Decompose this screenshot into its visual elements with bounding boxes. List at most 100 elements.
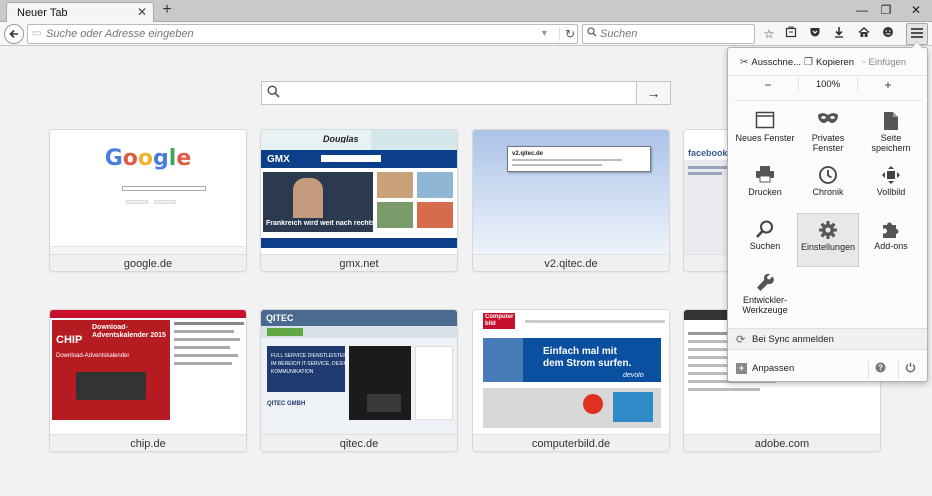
adobe-text-line xyxy=(688,388,760,391)
tile-gmx[interactable]: Douglas GMX Frankreich wird weit nach re… xyxy=(260,129,458,272)
wrench-icon xyxy=(734,273,796,293)
new-window-button[interactable]: Neues Fenster xyxy=(734,105,796,159)
zoom-in-button[interactable]: + xyxy=(868,77,908,93)
tab-new-tab[interactable]: Neuer Tab ✕ xyxy=(6,2,154,22)
close-window-button[interactable]: ✕ xyxy=(902,0,930,20)
restore-button[interactable]: ❐ xyxy=(872,0,900,20)
svg-text:?: ? xyxy=(878,363,883,372)
url-input[interactable] xyxy=(46,27,536,41)
menu-item-label: Vollbild xyxy=(876,187,906,197)
search-bar[interactable] xyxy=(582,24,755,44)
dialog-line xyxy=(512,164,602,166)
cb-ad-headline-1: Einfach mal mit xyxy=(543,346,617,357)
copy-button[interactable]: ❐ Kopieren xyxy=(804,54,854,72)
qitec-teaser-line3: KOMMUNIKATION xyxy=(271,369,314,375)
search-go-button[interactable]: → xyxy=(637,81,671,105)
url-bar[interactable]: ▭ ▼ ↻ xyxy=(27,24,578,44)
tile-label: adobe.com xyxy=(684,434,880,451)
bookmark-star-icon[interactable]: ☆ xyxy=(760,25,778,43)
cb-ad-brand: devolo xyxy=(623,372,644,379)
tile-thumbnail: Douglas GMX Frankreich wird weit nach re… xyxy=(261,130,457,254)
tile-qitec[interactable]: QITEC FULL SERVICE DIENSTLEISTER IM BERE… xyxy=(260,309,458,452)
power-icon[interactable] xyxy=(898,361,922,379)
printer-icon xyxy=(734,165,796,185)
hello-chat-icon[interactable] xyxy=(879,25,897,43)
cb-header: Computer bild xyxy=(473,310,669,332)
cb-badge xyxy=(583,394,603,414)
bookmarks-list-icon[interactable] xyxy=(782,25,800,43)
login-dialog: v2.qitec.de xyxy=(507,146,651,172)
tile-v2-qitec[interactable]: v2.qitec.de v2.qitec.de xyxy=(472,129,670,272)
customize-button[interactable]: + Anpassen xyxy=(728,357,868,381)
panel-arrow-inner xyxy=(912,42,922,48)
gmx-header: GMX xyxy=(261,150,457,168)
tile-thumbnail: v2.qitec.de xyxy=(473,130,669,254)
print-button[interactable]: Drucken xyxy=(734,159,796,213)
zoom-out-button[interactable]: − xyxy=(748,77,788,93)
chip-text-line xyxy=(174,322,244,325)
copy-label: Kopieren xyxy=(815,57,854,68)
page-search-box[interactable] xyxy=(261,81,637,105)
pocket-icon[interactable] xyxy=(806,25,824,43)
tab-close-icon[interactable]: ✕ xyxy=(137,5,147,19)
paste-button[interactable]: ▫ Einfügen xyxy=(862,54,906,72)
arrow-left-icon xyxy=(9,29,18,39)
cb-ad-graphic xyxy=(483,338,523,382)
download-icon[interactable] xyxy=(830,25,848,43)
menu-item-label: Einstellungen xyxy=(800,242,856,252)
ad-brand: Douglas xyxy=(323,135,359,143)
page-save-icon xyxy=(860,111,922,131)
clock-icon xyxy=(797,165,859,185)
developer-tools-button[interactable]: Entwickler-Werkzeuge xyxy=(734,267,796,321)
chip-text-line xyxy=(174,330,234,333)
news-caption: Frankreich wird weit nach rechts xyxy=(266,220,375,227)
chevron-down-icon[interactable]: ▼ xyxy=(540,28,549,38)
copy-icon: ❐ xyxy=(804,57,813,68)
menu-item-label: Neues Fenster xyxy=(735,133,795,143)
news-thumb xyxy=(377,172,413,198)
clipboard-icon: ▫ xyxy=(862,57,866,68)
back-button[interactable] xyxy=(4,24,24,44)
save-page-button[interactable]: Seite speichern xyxy=(860,105,922,159)
menu-item-label: Privates Fenster xyxy=(811,133,845,153)
find-button[interactable]: Suchen xyxy=(734,213,796,267)
chip-text-line xyxy=(174,338,240,341)
cb-image-detail xyxy=(613,392,653,422)
news-image: Frankreich wird weit nach rechts xyxy=(263,172,375,232)
search-input[interactable] xyxy=(600,27,750,41)
ad-banner: Douglas xyxy=(261,130,457,150)
qitec-company: QITEC GMBH xyxy=(267,401,306,407)
customize-label: Anpassen xyxy=(752,363,795,374)
cut-label: Ausschne... xyxy=(751,57,802,68)
search-icon xyxy=(587,27,597,40)
zoom-reset-button[interactable]: 100% xyxy=(798,77,858,93)
history-button[interactable]: Chronik xyxy=(797,159,859,213)
fullscreen-button[interactable]: Vollbild xyxy=(860,159,922,213)
new-tab-button[interactable]: + xyxy=(158,1,176,19)
cb-nav xyxy=(525,320,665,323)
sync-signin-button[interactable]: ⟳ Bei Sync anmelden xyxy=(728,328,927,350)
page-search-input[interactable] xyxy=(288,86,628,100)
reload-icon[interactable]: ↻ xyxy=(559,27,575,41)
menu-item-label: Add-ons xyxy=(874,241,908,251)
nav-bar: ▭ ▼ ↻ ☆ xyxy=(0,22,932,46)
qitec-nav-active xyxy=(267,328,303,336)
options-button[interactable]: Einstellungen xyxy=(797,213,859,267)
chip-ad-title: Download-Adventskalender 2015 xyxy=(92,324,166,339)
search-icon xyxy=(267,85,280,101)
home-icon[interactable] xyxy=(855,25,873,43)
help-icon[interactable]: ? xyxy=(868,361,892,379)
private-window-button[interactable]: Privates Fenster xyxy=(797,105,859,159)
thumb-search-box xyxy=(122,186,206,191)
cut-button[interactable]: ✂ Ausschne... xyxy=(740,54,801,72)
gear-icon xyxy=(798,220,858,240)
tile-google[interactable]: Google google.de xyxy=(49,129,247,272)
menu-item-label: Drucken xyxy=(748,187,782,197)
tile-chip[interactable]: CHIP Download-Adventskalender 2015 Downl… xyxy=(49,309,247,452)
addons-button[interactable]: Add-ons xyxy=(860,213,922,267)
facebook-logo: facebook xyxy=(688,148,728,158)
sync-icon: ⟳ xyxy=(736,334,746,346)
tile-computerbild[interactable]: Computer bild Einfach mal mit dem Strom … xyxy=(472,309,670,452)
puzzle-icon xyxy=(860,219,922,239)
thumb-button xyxy=(154,200,176,204)
